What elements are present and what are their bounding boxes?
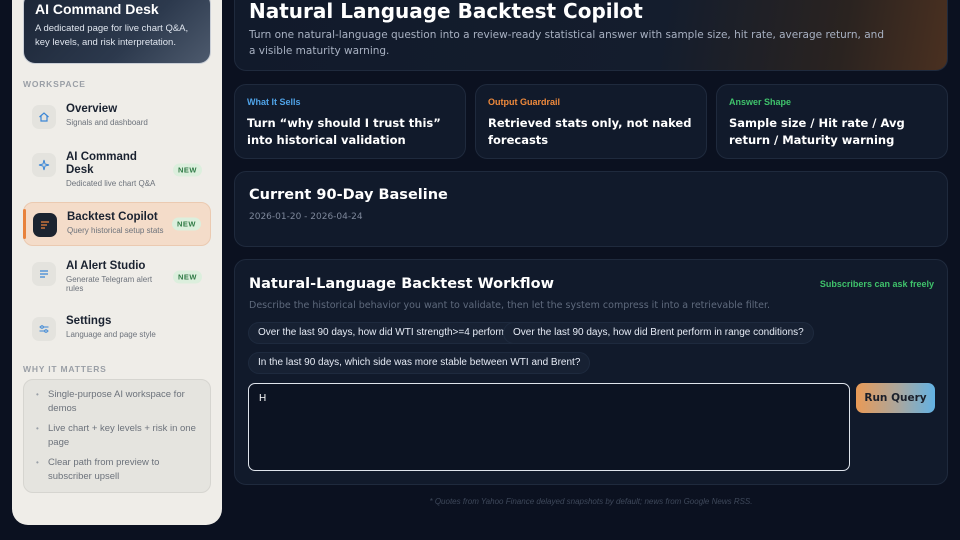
new-badge: NEW bbox=[173, 270, 202, 283]
list-item: Live chart + key levels + risk in one pa… bbox=[36, 422, 202, 450]
baseline-date-range: 2026-01-20 - 2026-04-24 bbox=[249, 212, 363, 222]
sidebar-item-label: AI Command Desk bbox=[66, 151, 137, 176]
why-it-matters-list: Single-purpose AI workspace for demos Li… bbox=[23, 379, 211, 493]
home-icon bbox=[32, 105, 56, 129]
info-card-output-guardrail: Output Guardrail Retrieved stats only, n… bbox=[475, 84, 707, 159]
sidebar: AI Command Desk A dedicated page for liv… bbox=[12, 0, 222, 525]
hero-subtitle: A dedicated page for live chart Q&A, key… bbox=[35, 23, 189, 48]
info-card-text: Turn “why should I trust this” into hist… bbox=[247, 116, 441, 147]
list-item: Single-purpose AI workspace for demos bbox=[36, 388, 202, 416]
page-title: Natural Language Backtest Copilot bbox=[249, 0, 643, 23]
info-card-text: Retrieved stats only, not naked forecast… bbox=[488, 116, 692, 147]
list-item: Clear path from preview to subscriber up… bbox=[36, 456, 202, 484]
sidebar-item-settings[interactable]: Settings Language and page style bbox=[23, 307, 211, 349]
backtest-icon bbox=[33, 213, 57, 237]
sidebar-item-ai-command-desk[interactable]: AI Command Desk Dedicated live chart Q&A… bbox=[23, 143, 211, 196]
workflow-status: Subscribers can ask freely bbox=[819, 279, 934, 289]
baseline-panel: Current 90-Day Baseline 2026-01-20 - 202… bbox=[234, 171, 948, 247]
backtest-workflow-panel: Natural-Language Backtest Workflow Subsc… bbox=[234, 259, 948, 485]
workflow-description: Describe the historical behavior you wan… bbox=[249, 300, 771, 311]
sidebar-item-backtest-copilot[interactable]: Backtest Copilot Query historical setup … bbox=[23, 202, 211, 246]
page-description: Turn one natural-language question into … bbox=[249, 29, 884, 57]
info-card-label: What It Sells bbox=[247, 97, 301, 107]
sidebar-item-subtitle: Generate Telegram alert rules bbox=[66, 275, 153, 293]
sliders-icon bbox=[32, 317, 56, 341]
baseline-title: Current 90-Day Baseline bbox=[249, 187, 448, 203]
sidebar-item-subtitle: Query historical setup stats bbox=[67, 226, 164, 235]
workspace-section-label: WORKSPACE bbox=[23, 79, 86, 89]
page-header: Natural Language Backtest Copilot Turn o… bbox=[234, 0, 948, 71]
sidebar-item-ai-alert-studio[interactable]: AI Alert Studio Generate Telegram alert … bbox=[23, 252, 211, 301]
why-section-label: WHY IT MATTERS bbox=[23, 364, 107, 374]
suggestion-chip[interactable]: Over the last 90 days, how did Brent per… bbox=[503, 322, 814, 344]
suggestion-chip[interactable]: Over the last 90 days, how did WTI stren… bbox=[248, 322, 523, 344]
sidebar-item-subtitle: Dedicated live chart Q&A bbox=[66, 179, 156, 188]
suggestion-chip[interactable]: In the last 90 days, which side was more… bbox=[248, 352, 591, 374]
info-card-answer-shape: Answer Shape Sample size / Hit rate / Av… bbox=[716, 84, 948, 159]
info-card-label: Output Guardrail bbox=[488, 97, 560, 107]
info-card-label: Answer Shape bbox=[729, 97, 792, 107]
info-card-what-it-sells: What It Sells Turn “why should I trust t… bbox=[234, 84, 466, 159]
sidebar-item-label: Backtest Copilot bbox=[67, 211, 158, 223]
workflow-title: Natural-Language Backtest Workflow bbox=[249, 276, 554, 292]
query-input[interactable]: H bbox=[248, 383, 850, 471]
run-query-button[interactable]: Run Query bbox=[856, 383, 935, 413]
sidebar-item-label: Settings bbox=[66, 315, 112, 327]
sidebar-item-label: Overview bbox=[66, 103, 118, 115]
footnote: * Quotes from Yahoo Finance delayed snap… bbox=[429, 497, 753, 506]
sidebar-item-label: AI Alert Studio bbox=[66, 260, 146, 272]
sidebar-item-subtitle: Signals and dashboard bbox=[66, 118, 148, 127]
sparkle-icon bbox=[32, 153, 56, 177]
sidebar-hero-card: AI Command Desk A dedicated page for liv… bbox=[23, 0, 211, 64]
info-card-text: Sample size / Hit rate / Avg return / Ma… bbox=[729, 116, 905, 147]
sidebar-item-subtitle: Language and page style bbox=[66, 330, 156, 339]
sidebar-item-overview[interactable]: Overview Signals and dashboard bbox=[23, 95, 211, 137]
alert-rules-icon bbox=[32, 262, 56, 286]
new-badge: NEW bbox=[173, 163, 202, 176]
new-badge: NEW bbox=[172, 217, 201, 231]
hero-title: AI Command Desk bbox=[35, 1, 159, 17]
